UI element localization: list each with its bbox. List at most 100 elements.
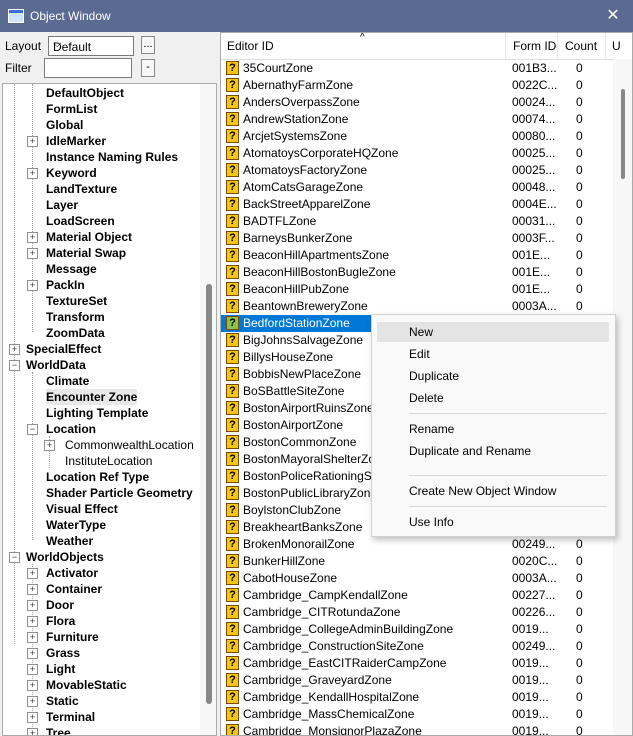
- column-extra[interactable]: U: [612, 33, 621, 59]
- tree-node[interactable]: WorldData: [26, 357, 86, 373]
- tree-node[interactable]: Location Ref Type: [46, 469, 149, 485]
- list-row[interactable]: ? BADTFLZone 00031... 0: [221, 213, 613, 230]
- tree-node[interactable]: Flora: [46, 613, 75, 629]
- list-row[interactable]: ? BeantownBreweryZone 0003A... 0: [221, 298, 613, 315]
- expand-icon[interactable]: +: [27, 696, 38, 707]
- expand-icon[interactable]: +: [27, 616, 38, 627]
- list-row[interactable]: ? BackStreetApparelZone 0004E... 0: [221, 196, 613, 213]
- expand-icon[interactable]: +: [27, 280, 38, 291]
- tree-node[interactable]: InstituteLocation: [65, 453, 152, 469]
- tree-node[interactable]: Keyword: [46, 165, 97, 181]
- collapse-icon[interactable]: −: [9, 360, 20, 371]
- menu-item-create-new-object-window[interactable]: Create New Object Window: [377, 481, 609, 501]
- expand-icon[interactable]: +: [27, 248, 38, 259]
- column-count[interactable]: Count: [565, 33, 597, 59]
- expand-icon[interactable]: +: [27, 632, 38, 643]
- tree-node[interactable]: Encounter Zone: [46, 389, 138, 405]
- tree-node[interactable]: Transform: [46, 309, 105, 325]
- list-row[interactable]: ? Cambridge_MonsignorPlazaZone 0019... 0: [221, 723, 613, 735]
- tree-node[interactable]: Visual Effect: [46, 501, 118, 517]
- expand-icon[interactable]: +: [27, 232, 38, 243]
- list-row[interactable]: ? Cambridge_EastCITRaiderCampZone 0019... 0: [221, 655, 613, 672]
- tree-node[interactable]: Light: [46, 661, 75, 677]
- list-row[interactable]: ? BarneysBunkerZone 0003F... 0: [221, 230, 613, 247]
- tree-node[interactable]: FormList: [46, 101, 97, 117]
- expand-icon[interactable]: +: [44, 440, 55, 451]
- menu-item-use-info[interactable]: Use Info: [377, 512, 609, 532]
- expand-icon[interactable]: +: [27, 680, 38, 691]
- column-editor-id[interactable]: Editor ID: [227, 33, 274, 59]
- expand-icon[interactable]: +: [27, 168, 38, 179]
- tree-node[interactable]: Tree: [46, 725, 71, 735]
- tree-node[interactable]: Furniture: [46, 629, 99, 645]
- tree-node[interactable]: WorldObjects: [26, 549, 104, 565]
- menu-item-new[interactable]: New: [377, 322, 609, 342]
- tree-node[interactable]: TextureSet: [46, 293, 107, 309]
- list-row[interactable]: ? Cambridge_KendallHospitalZone 0019... 0: [221, 689, 613, 706]
- layout-select[interactable]: Default ⌵: [48, 36, 134, 56]
- list-row[interactable]: ? 35CourtZone 001B3... 0: [221, 60, 613, 77]
- tree-node[interactable]: WaterType: [46, 517, 106, 533]
- tree-node[interactable]: ZoomData: [46, 325, 105, 341]
- expand-icon[interactable]: +: [27, 568, 38, 579]
- list-row[interactable]: ? Cambridge_CITRotundaZone 00226... 0: [221, 604, 613, 621]
- list-row[interactable]: ? BeaconHillApartmentsZone 001E... 0: [221, 247, 613, 264]
- tree-node[interactable]: Grass: [46, 645, 80, 661]
- menu-item-rename[interactable]: Rename: [377, 419, 609, 439]
- tree-node[interactable]: Terminal: [46, 709, 95, 725]
- list-row[interactable]: ? BrokenMonorailZone 00249... 0: [221, 536, 613, 553]
- tree-node[interactable]: Container: [46, 581, 102, 597]
- column-form-id[interactable]: Form ID: [513, 33, 556, 59]
- list-row[interactable]: ? AbernathyFarmZone 0022C... 0: [221, 77, 613, 94]
- expand-icon[interactable]: +: [27, 584, 38, 595]
- list-row[interactable]: ? AndersOverpassZone 00024... 0: [221, 94, 613, 111]
- menu-item-edit[interactable]: Edit: [377, 344, 609, 364]
- tree-node[interactable]: PackIn: [46, 277, 85, 293]
- tree-node[interactable]: IdleMarker: [46, 133, 106, 149]
- menu-item-delete[interactable]: Delete: [377, 388, 609, 408]
- expand-icon[interactable]: +: [27, 600, 38, 611]
- tree-node[interactable]: Message: [46, 261, 97, 277]
- expand-icon[interactable]: +: [27, 664, 38, 675]
- list-row[interactable]: ? Cambridge_CollegeAdminBuildingZone 0019.…: [221, 621, 613, 638]
- tree-node[interactable]: Material Swap: [46, 245, 126, 261]
- layout-more-button[interactable]: ...: [141, 36, 155, 54]
- menu-item-duplicate[interactable]: Duplicate: [377, 366, 609, 386]
- filter-options-button[interactable]: -: [141, 59, 155, 77]
- tree-node[interactable]: Instance Naming Rules: [46, 149, 178, 165]
- expand-icon[interactable]: +: [9, 344, 20, 355]
- expand-icon[interactable]: +: [27, 648, 38, 659]
- list-row[interactable]: ? Cambridge_ConstructionSiteZone 00249... 0: [221, 638, 613, 655]
- list-row[interactable]: ? AtomCatsGarageZone 00048... 0: [221, 179, 613, 196]
- tree-scrollbar-thumb[interactable]: [206, 284, 212, 704]
- collapse-icon[interactable]: −: [27, 424, 38, 435]
- tree-node[interactable]: Climate: [46, 373, 89, 389]
- close-icon[interactable]: ✕: [601, 4, 625, 28]
- tree-node[interactable]: CommonwealthLocation: [65, 437, 194, 453]
- tree-node[interactable]: SpecialEffect: [26, 341, 101, 357]
- list-row[interactable]: ? CabotHouseZone 0003A... 0: [221, 570, 613, 587]
- tree-node[interactable]: DefaultObject: [46, 85, 124, 101]
- collapse-icon[interactable]: −: [9, 552, 20, 563]
- tree-node[interactable]: MovableStatic: [46, 677, 127, 693]
- tree-node[interactable]: Material Object: [46, 229, 132, 245]
- list-row[interactable]: ? ArcjetSystemsZone 00080... 0: [221, 128, 613, 145]
- tree-node[interactable]: Activator: [46, 565, 98, 581]
- tree-node[interactable]: Lighting Template: [46, 405, 148, 421]
- list-row[interactable]: ? Cambridge_CampKendallZone 00227... 0: [221, 587, 613, 604]
- tree-node[interactable]: Static: [46, 693, 79, 709]
- tree-node[interactable]: Layer: [46, 197, 78, 213]
- tree-node[interactable]: Location: [46, 421, 96, 437]
- list-row[interactable]: ? Cambridge_GraveyardZone 0019... 0: [221, 672, 613, 689]
- expand-icon[interactable]: +: [27, 728, 38, 735]
- list-row[interactable]: ? BeaconHillPubZone 001E... 0: [221, 281, 613, 298]
- tree-node[interactable]: Weather: [46, 533, 93, 549]
- tree-node[interactable]: Door: [46, 597, 74, 613]
- list-row[interactable]: ? BunkerHillZone 0020C... 0: [221, 553, 613, 570]
- category-tree[interactable]: DefaultObject FormList Global IdleMarker + In…: [2, 83, 217, 736]
- expand-icon[interactable]: +: [27, 136, 38, 147]
- list-row[interactable]: ? AtomatoysCorporateHQZone 00025... 0: [221, 145, 613, 162]
- tree-scrollbar[interactable]: [200, 84, 216, 735]
- tree-node[interactable]: Global: [46, 117, 83, 133]
- list-row[interactable]: ? Cambridge_MassChemicalZone 0019... 0: [221, 706, 613, 723]
